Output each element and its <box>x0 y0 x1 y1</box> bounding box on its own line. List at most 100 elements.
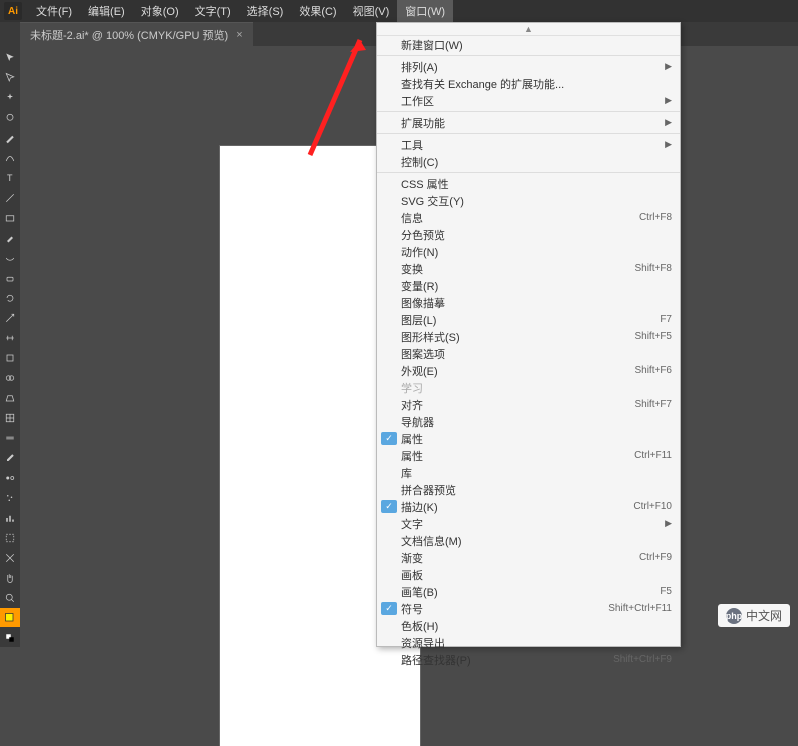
menu-item-31[interactable]: 文字▶ <box>377 515 680 532</box>
menu-shortcut: Ctrl+F11 <box>634 450 672 461</box>
menu-item-19[interactable]: 图层(L)F7 <box>377 311 680 328</box>
shaper-tool[interactable] <box>0 248 20 267</box>
menu-item-26[interactable]: ✓属性 <box>377 430 680 447</box>
menu-item-6[interactable]: 扩展功能▶ <box>377 114 680 131</box>
curvature-tool[interactable] <box>0 148 20 167</box>
slice-tool[interactable] <box>0 548 20 567</box>
menu-item-14[interactable]: 分色预览 <box>377 226 680 243</box>
submenu-arrow-icon: ▶ <box>665 139 672 150</box>
fill-swatch[interactable] <box>0 608 20 627</box>
menu-item-37[interactable]: 色板(H) <box>377 617 680 634</box>
menu-item-23: 学习 <box>377 379 680 396</box>
menu-item-label: 扩展功能 <box>401 115 661 131</box>
menu-item-34[interactable]: 画板 <box>377 566 680 583</box>
menu-0[interactable]: 文件(F) <box>28 0 80 22</box>
check-icon <box>381 466 397 479</box>
direct-selection-tool[interactable] <box>0 68 20 87</box>
blend-tool[interactable] <box>0 468 20 487</box>
menu-item-label: SVG 交互(Y) <box>401 193 672 209</box>
check-icon <box>381 313 397 326</box>
menu-6[interactable]: 视图(V) <box>345 0 398 22</box>
free-transform-tool[interactable] <box>0 348 20 367</box>
menu-item-0[interactable]: 新建窗口(W) <box>377 36 680 53</box>
menu-item-label: 资源导出 <box>401 635 672 651</box>
menu-item-4[interactable]: 工作区▶ <box>377 92 680 109</box>
mesh-tool[interactable] <box>0 408 20 427</box>
watermark-logo: php <box>726 608 742 624</box>
menu-item-27[interactable]: 属性Ctrl+F11 <box>377 447 680 464</box>
menu-separator <box>377 55 680 56</box>
line-tool[interactable] <box>0 188 20 207</box>
menu-item-25[interactable]: 导航器 <box>377 413 680 430</box>
perspective-tool[interactable] <box>0 388 20 407</box>
shape-builder-tool[interactable] <box>0 368 20 387</box>
menu-item-13[interactable]: 信息Ctrl+F8 <box>377 209 680 226</box>
artboard-tool[interactable] <box>0 528 20 547</box>
check-icon <box>381 585 397 598</box>
symbol-sprayer-tool[interactable] <box>0 488 20 507</box>
menu-1[interactable]: 编辑(E) <box>80 0 133 22</box>
menu-item-label: 文档信息(M) <box>401 533 672 549</box>
paintbrush-tool[interactable] <box>0 228 20 247</box>
menu-item-38[interactable]: 资源导出 <box>377 634 680 651</box>
menu-3[interactable]: 文字(T) <box>187 0 239 22</box>
type-tool[interactable]: T <box>0 168 20 187</box>
menu-item-label: 变量(R) <box>401 278 672 294</box>
scale-tool[interactable] <box>0 308 20 327</box>
menu-item-39[interactable]: 路径查找器(P)Shift+Ctrl+F9 <box>377 651 680 668</box>
submenu-arrow-icon: ▶ <box>665 61 672 72</box>
hand-tool[interactable] <box>0 568 20 587</box>
menu-item-21[interactable]: 图案选项 <box>377 345 680 362</box>
menu-item-29[interactable]: 拼合器预览 <box>377 481 680 498</box>
menu-item-35[interactable]: 画笔(B)F5 <box>377 583 680 600</box>
color-toggle[interactable] <box>0 628 20 647</box>
rotate-tool[interactable] <box>0 288 20 307</box>
menu-4[interactable]: 选择(S) <box>239 0 292 22</box>
menu-item-30[interactable]: ✓描边(K)Ctrl+F10 <box>377 498 680 515</box>
eyedropper-tool[interactable] <box>0 448 20 467</box>
menu-item-18[interactable]: 图像描摹 <box>377 294 680 311</box>
menu-shortcut: Shift+F7 <box>634 399 672 410</box>
menu-item-16[interactable]: 变换Shift+F8 <box>377 260 680 277</box>
close-icon[interactable]: × <box>236 29 242 41</box>
width-tool[interactable] <box>0 328 20 347</box>
check-icon: ✓ <box>381 500 397 513</box>
pen-tool[interactable] <box>0 128 20 147</box>
menu-item-20[interactable]: 图形样式(S)Shift+F5 <box>377 328 680 345</box>
check-icon <box>381 262 397 275</box>
zoom-tool[interactable] <box>0 588 20 607</box>
menu-item-2[interactable]: 排列(A)▶ <box>377 58 680 75</box>
menu-7[interactable]: 窗口(W) <box>397 0 453 22</box>
menu-item-32[interactable]: 文档信息(M) <box>377 532 680 549</box>
menu-item-8[interactable]: 工具▶ <box>377 136 680 153</box>
magic-wand-tool[interactable] <box>0 88 20 107</box>
menu-5[interactable]: 效果(C) <box>291 0 344 22</box>
eraser-tool[interactable] <box>0 268 20 287</box>
menu-item-9[interactable]: 控制(C) <box>377 153 680 170</box>
menu-2[interactable]: 对象(O) <box>133 0 187 22</box>
document-tab[interactable]: 未标题-2.ai* @ 100% (CMYK/GPU 预览) × <box>20 22 253 47</box>
menu-item-11[interactable]: CSS 属性 <box>377 175 680 192</box>
menu-item-17[interactable]: 变量(R) <box>377 277 680 294</box>
menu-item-15[interactable]: 动作(N) <box>377 243 680 260</box>
menu-item-label: 路径查找器(P) <box>401 652 613 668</box>
menu-item-33[interactable]: 渐变Ctrl+F9 <box>377 549 680 566</box>
menu-shortcut: Shift+Ctrl+F11 <box>608 603 672 614</box>
menu-item-22[interactable]: 外观(E)Shift+F6 <box>377 362 680 379</box>
menu-item-label: 动作(N) <box>401 244 672 260</box>
scroll-up-icon[interactable]: ▲ <box>377 23 680 36</box>
menu-item-label: 图像描摹 <box>401 295 672 311</box>
column-graph-tool[interactable] <box>0 508 20 527</box>
menu-item-36[interactable]: ✓符号Shift+Ctrl+F11 <box>377 600 680 617</box>
menu-item-3[interactable]: 查找有关 Exchange 的扩展功能... <box>377 75 680 92</box>
check-icon <box>381 653 397 666</box>
menu-item-28[interactable]: 库 <box>377 464 680 481</box>
lasso-tool[interactable] <box>0 108 20 127</box>
menu-item-12[interactable]: SVG 交互(Y) <box>377 192 680 209</box>
menu-shortcut: Ctrl+F9 <box>639 552 672 563</box>
gradient-tool[interactable] <box>0 428 20 447</box>
menu-item-label: 拼合器预览 <box>401 482 672 498</box>
rectangle-tool[interactable] <box>0 208 20 227</box>
menu-item-24[interactable]: 对齐Shift+F7 <box>377 396 680 413</box>
selection-tool[interactable] <box>0 48 20 67</box>
